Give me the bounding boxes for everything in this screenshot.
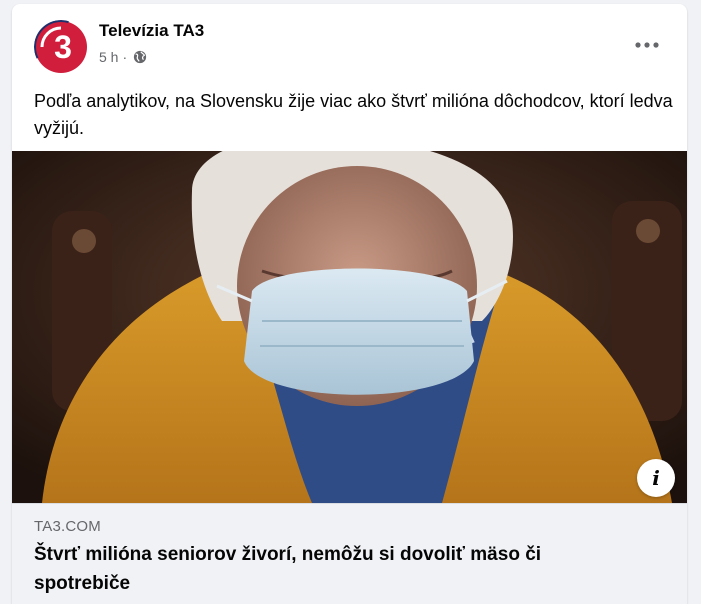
- info-button[interactable]: i: [637, 459, 675, 497]
- page-avatar[interactable]: 3: [34, 20, 88, 74]
- elderly-woman-photo: [12, 151, 687, 503]
- link-domain: TA3.COM: [34, 518, 101, 535]
- post-meta: 5 h ·: [99, 49, 147, 65]
- post-header: 3 Televízia TA3 5 h ·: [12, 4, 687, 80]
- post-card: 3 Televízia TA3 5 h · Podľa analytikov, …: [12, 4, 687, 604]
- ta3-logo-icon: 3: [34, 20, 88, 74]
- page-name-link[interactable]: Televízia TA3: [99, 21, 204, 41]
- more-options-icon: [635, 42, 659, 48]
- post-timestamp[interactable]: 5 h: [99, 49, 118, 65]
- meta-separator: ·: [122, 49, 128, 65]
- link-preview-footer[interactable]: TA3.COM Štvrť milióna seniorov živorí, n…: [12, 503, 687, 604]
- post-text: Podľa analytikov, na Slovensku žije viac…: [34, 91, 673, 138]
- link-preview-image[interactable]: i: [12, 151, 687, 503]
- link-title[interactable]: Štvrť milióna seniorov živorí, nemôžu si…: [34, 540, 634, 598]
- avatar-label: 3: [54, 29, 72, 65]
- more-options-button[interactable]: [629, 32, 665, 58]
- globe-icon: [134, 50, 147, 64]
